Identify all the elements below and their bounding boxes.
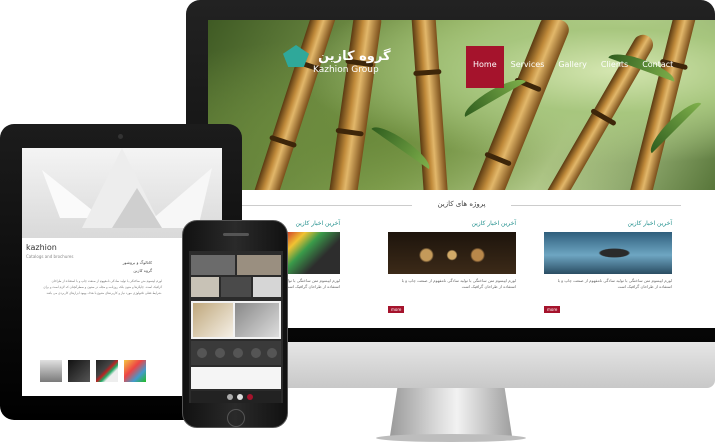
thumbnail-colors[interactable] [124,360,146,382]
tablet-subtitle: Catalogs and brochures [26,254,74,259]
mobile-footer [191,391,281,403]
mobile-gallery-top [191,255,281,299]
mobile-icon-row [191,341,281,365]
circle-icon[interactable] [197,348,207,358]
main-nav: Home Services Gallery Clients Contact [466,46,680,88]
mobile-gallery-mid [191,301,281,339]
imac-stand [390,388,512,436]
circle-icon[interactable] [251,348,261,358]
card-image-stones[interactable] [388,232,516,274]
card-text: لورم ایپسوم متن ساختگی با تولید سادگی نا… [557,278,672,289]
thumbnail-pens[interactable] [96,360,118,382]
camera-icon [118,134,123,139]
iphone-device [182,220,288,428]
mobile-website [189,251,283,403]
tablet-heading: کاتالوگ و بروشور [122,260,152,265]
logo-name-en: Kazhion Group [313,65,379,75]
news-card: آخرین اخبار کازین لورم ایپسوم متن ساختگی… [388,220,516,315]
gallery-tile[interactable] [253,277,281,297]
circle-icon[interactable] [215,348,225,358]
gallery-tile[interactable] [237,255,281,275]
logo-mark-icon [283,45,309,67]
circle-icon[interactable] [267,348,277,358]
card-title[interactable]: آخرین اخبار کازین [544,220,672,230]
logo-name-fa: گروه کازین [318,48,391,64]
gallery-tile[interactable] [191,255,235,275]
speaker-grille [223,233,249,236]
imac-foot [376,434,526,442]
gallery-tile[interactable] [191,277,219,297]
phone-icon[interactable] [227,394,233,400]
news-card: آخرین اخبار کازین لورم ایپسوم متن ساختگی… [544,220,672,315]
card-text: لورم ایپسوم متن ساختگی با تولید سادگی نا… [401,278,516,289]
circle-icon[interactable] [233,348,243,358]
card-image-boat[interactable] [544,232,672,274]
nav-contact[interactable]: Contact [635,46,680,88]
card-title[interactable]: آخرین اخبار کازین [388,220,516,230]
tablet-subheading: گروه کازین [133,268,152,273]
nav-services[interactable]: Services [504,46,552,88]
gallery-tile[interactable] [235,303,279,337]
thumbnail-eiffel[interactable] [40,360,62,382]
mail-icon[interactable] [237,394,243,400]
gallery-tile[interactable] [193,303,233,337]
mobile-content-block [191,367,281,389]
nav-gallery[interactable]: Gallery [551,46,594,88]
card-more-button[interactable]: more [544,306,561,313]
gallery-tile[interactable] [221,277,251,297]
site-logo[interactable]: گروه کازین Kazhion Group [283,45,391,75]
tablet-brand: kazhion [26,243,57,252]
location-icon[interactable] [247,394,253,400]
tablet-thumbnails [40,360,152,382]
home-button[interactable] [227,409,245,427]
nav-clients[interactable]: Clients [594,46,635,88]
nav-home[interactable]: Home [466,46,504,88]
tablet-paragraph: لورم ایپسوم متن ساختگی با تولید سادگی نا… [43,279,162,295]
hero-bamboo-image: گروه کازین Kazhion Group Home Services G… [208,20,715,190]
section-title: پروژه های کازین [208,200,715,208]
card-more-button[interactable]: more [388,306,405,313]
thumbnail-dark[interactable] [68,360,90,382]
